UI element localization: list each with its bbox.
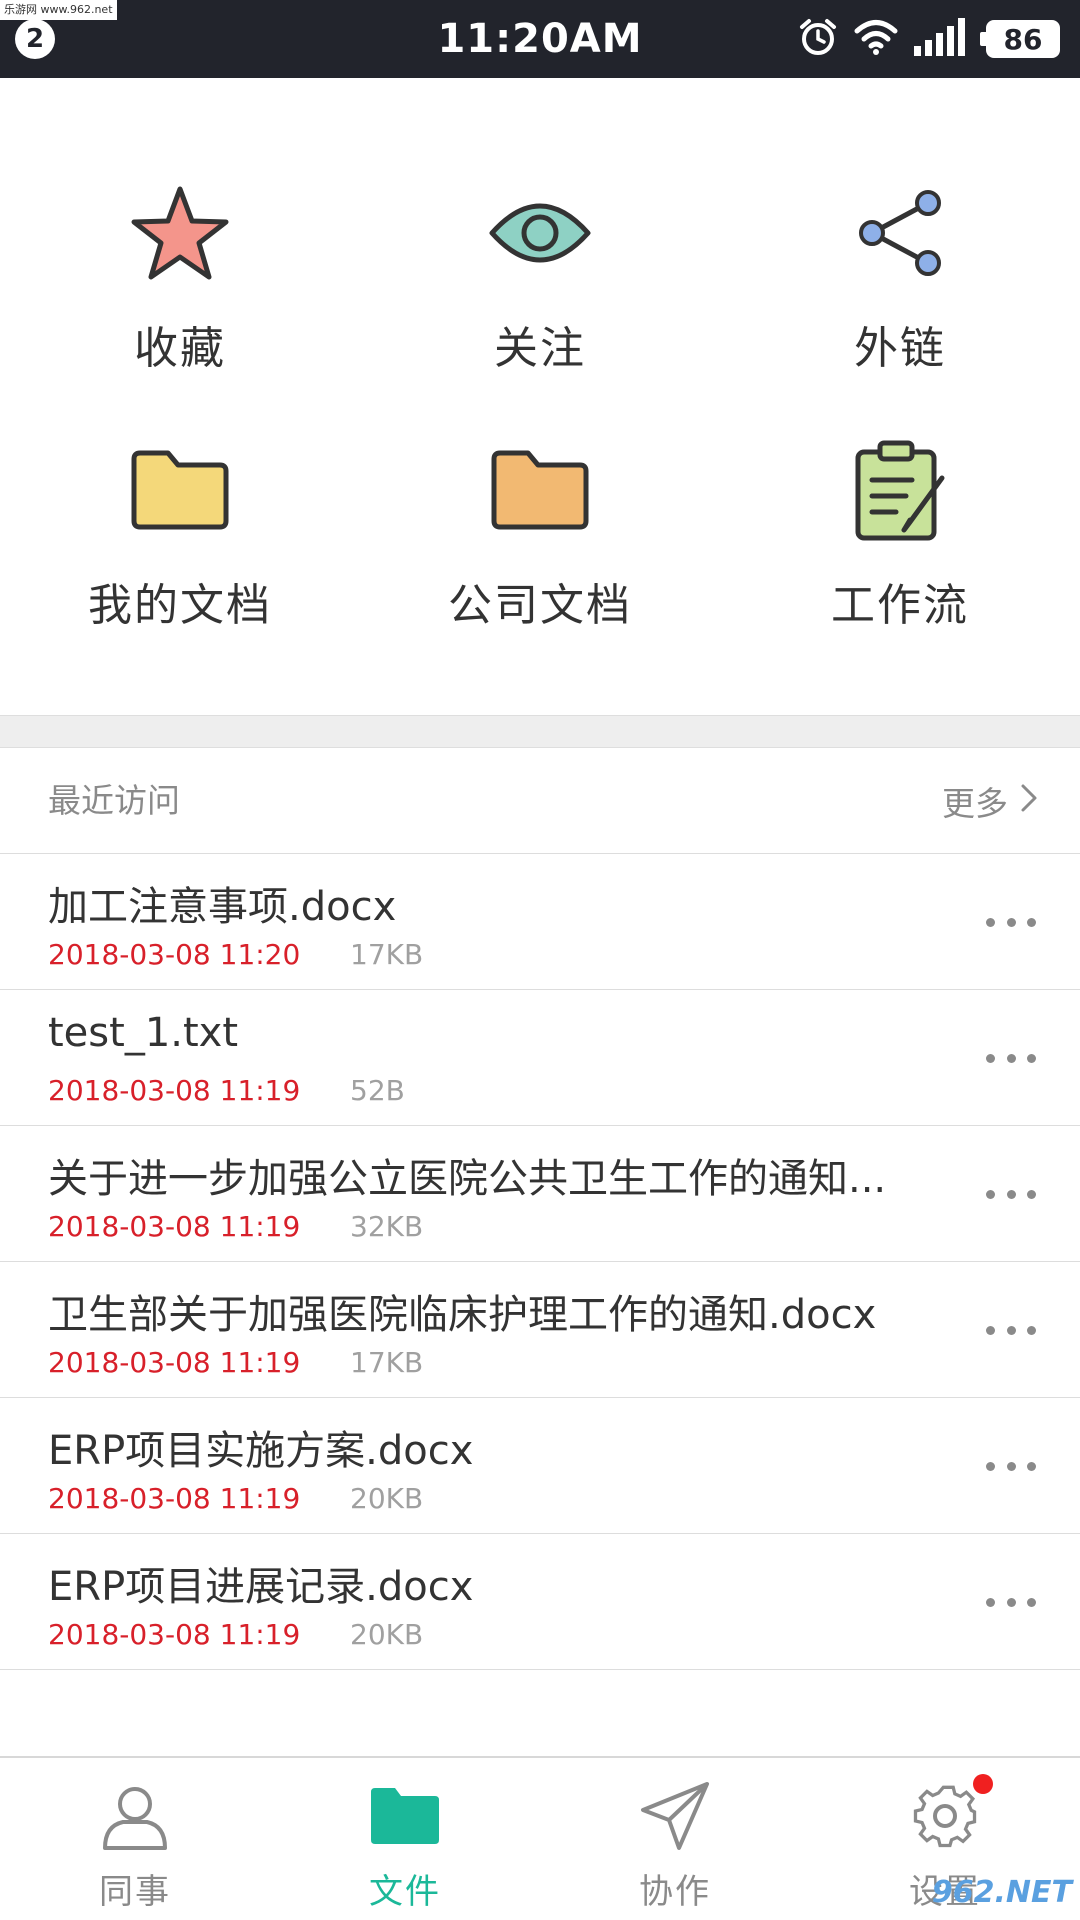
wifi-icon <box>854 18 898 60</box>
folder-icon <box>365 1776 445 1856</box>
file-time: 2018-03-08 11:19 <box>48 1482 301 1515</box>
status-bar: 2 乐游网 www.962.net 11:20AM 86 <box>0 0 1080 78</box>
more-options-icon[interactable] <box>986 904 1036 940</box>
quick-external-links-label: 外链 <box>854 323 946 374</box>
more-options-icon[interactable] <box>986 1584 1036 1620</box>
tab-files[interactable]: 文件 <box>270 1758 540 1920</box>
file-name: 加工注意事项.docx <box>48 884 397 930</box>
file-row[interactable]: 关于进一步加强公立医院公共卫生工作的通知... 2018-03-08 11:19… <box>0 1126 1080 1262</box>
quick-favorites[interactable]: 收藏 <box>0 178 360 418</box>
alarm-icon <box>798 17 838 61</box>
more-link[interactable]: 更多 <box>942 748 1038 854</box>
file-size: 20KB <box>350 1482 424 1515</box>
tab-collaboration[interactable]: 协作 <box>540 1758 810 1920</box>
notification-dot <box>973 1774 993 1794</box>
file-name: 卫生部关于加强医院临床护理工作的通知.docx <box>48 1292 877 1338</box>
quick-following-label: 关注 <box>494 323 586 374</box>
file-row[interactable]: ERP项目进展记录.docx 2018-03-08 11:19 20KB <box>0 1534 1080 1670</box>
gear-icon <box>905 1774 993 1856</box>
recent-file-list: 加工注意事项.docx 2018-03-08 11:20 17KB test_1… <box>0 854 1080 1670</box>
file-size: 52B <box>350 1074 405 1107</box>
file-row[interactable]: test_1.txt 2018-03-08 11:19 52B <box>0 990 1080 1126</box>
quick-company-documents-label: 公司文档 <box>448 580 632 631</box>
file-time: 2018-03-08 11:19 <box>48 1618 301 1651</box>
file-name: test_1.txt <box>48 1010 239 1056</box>
file-size: 32KB <box>350 1210 424 1243</box>
quick-my-documents[interactable]: 我的文档 <box>0 435 360 675</box>
file-size: 17KB <box>350 1346 424 1379</box>
section-divider <box>0 715 1080 748</box>
more-options-icon[interactable] <box>986 1312 1036 1348</box>
file-time: 2018-03-08 11:20 <box>48 938 301 971</box>
file-row[interactable]: 卫生部关于加强医院临床护理工作的通知.docx 2018-03-08 11:19… <box>0 1262 1080 1398</box>
file-time: 2018-03-08 11:19 <box>48 1210 301 1243</box>
file-name: ERP项目进展记录.docx <box>48 1564 474 1610</box>
file-name: 关于进一步加强公立医院公共卫生工作的通知... <box>48 1156 887 1202</box>
paper-plane-icon <box>635 1776 715 1856</box>
file-time: 2018-03-08 11:19 <box>48 1074 301 1107</box>
battery-icon: 86 <box>980 20 1060 58</box>
file-name: ERP项目实施方案.docx <box>48 1428 474 1474</box>
person-icon <box>95 1776 175 1856</box>
quick-following[interactable]: 关注 <box>360 178 720 418</box>
tab-collaboration-label: 协作 <box>639 1872 711 1912</box>
tab-files-label: 文件 <box>369 1872 441 1912</box>
status-icons: 86 <box>798 18 1060 60</box>
signal-icon <box>914 18 970 60</box>
file-size: 20KB <box>350 1618 424 1651</box>
quick-my-documents-label: 我的文档 <box>88 580 272 631</box>
share-icon <box>845 178 955 288</box>
bottom-tab-bar: 同事 文件 协作 设置 962.NET <box>0 1756 1080 1920</box>
file-size: 17KB <box>350 938 424 971</box>
tab-colleagues[interactable]: 同事 <box>0 1758 270 1920</box>
tab-colleagues-label: 同事 <box>99 1872 171 1912</box>
more-label: 更多 <box>942 784 1008 823</box>
quick-access-grid: 收藏 关注 外链 我的文档 公司文档 工作流 <box>0 78 1080 715</box>
recent-title: 最近访问 <box>48 781 180 820</box>
quick-workflow-label: 工作流 <box>831 580 969 631</box>
more-options-icon[interactable] <box>986 1448 1036 1484</box>
chevron-right-icon <box>1020 782 1038 821</box>
quick-favorites-label: 收藏 <box>134 323 226 374</box>
file-row[interactable]: 加工注意事项.docx 2018-03-08 11:20 17KB <box>0 854 1080 990</box>
watermark-bottom: 962.NET <box>931 1875 1072 1910</box>
eye-icon <box>485 178 595 288</box>
quick-external-links[interactable]: 外链 <box>720 178 1080 418</box>
star-icon <box>125 178 235 288</box>
folder-icon <box>125 435 235 545</box>
more-options-icon[interactable] <box>986 1176 1036 1212</box>
recent-header: 最近访问 更多 <box>0 748 1080 854</box>
quick-workflow[interactable]: 工作流 <box>720 435 1080 675</box>
file-row[interactable]: ERP项目实施方案.docx 2018-03-08 11:19 20KB <box>0 1398 1080 1534</box>
quick-company-documents[interactable]: 公司文档 <box>360 435 720 675</box>
folder-icon <box>485 435 595 545</box>
clipboard-icon <box>845 435 955 545</box>
more-options-icon[interactable] <box>986 1040 1036 1076</box>
file-time: 2018-03-08 11:19 <box>48 1346 301 1379</box>
